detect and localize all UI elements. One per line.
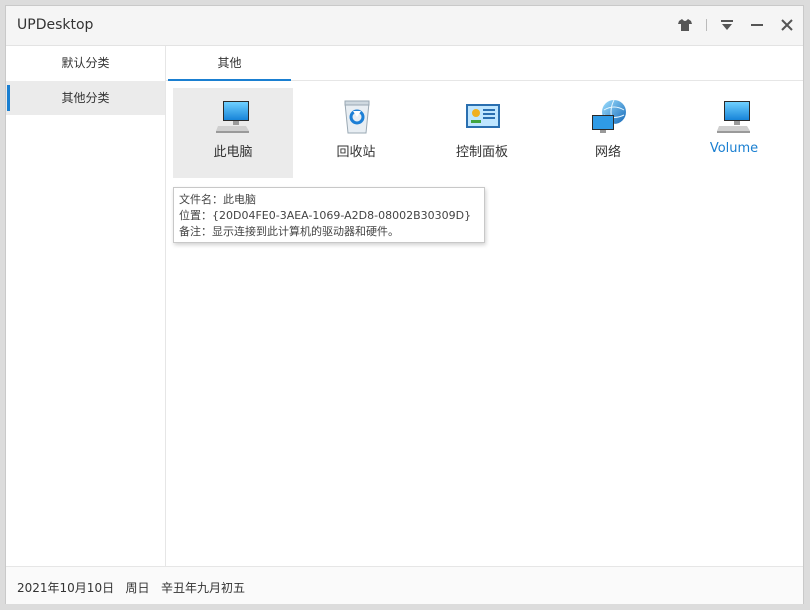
close-button[interactable] <box>776 14 798 36</box>
desktop-item-control-panel[interactable]: 控制面板 <box>422 88 542 178</box>
desktop-item-volume[interactable]: Volume <box>674 88 794 178</box>
drive-icon <box>717 101 750 133</box>
desktop-item-label: 此电脑 <box>213 145 253 160</box>
app-window: UPDesktop 默认分类 其他分类 其他 此电脑 回收站 控制面板 网络 V… <box>5 5 804 604</box>
sidebar-item-other[interactable]: 其他分类 <box>6 81 165 115</box>
minimize-button[interactable] <box>746 14 768 36</box>
minimize-icon <box>751 24 763 26</box>
date-display: 2021年10月10日 周日 辛丑年九月初五 <box>17 581 245 595</box>
desktop-item-label: Volume <box>709 141 759 156</box>
tooltip-name: 文件名：此电脑 <box>179 193 256 206</box>
icon-grid: 此电脑 回收站 控制面板 网络 Volume 文件名：此电脑 位置：{20D04… <box>166 81 803 566</box>
tab-other[interactable]: 其他 <box>168 46 291 81</box>
tooltip-location: 位置：{20D04FE0-3AEA-1069-A2D8-08002B30309D… <box>179 209 472 222</box>
status-bar: 2021年10月10日 周日 辛丑年九月初五 <box>6 566 803 604</box>
item-tooltip: 文件名：此电脑 位置：{20D04FE0-3AEA-1069-A2D8-0800… <box>173 187 485 243</box>
close-icon <box>781 19 793 31</box>
desktop-item-label: 回收站 <box>336 145 376 160</box>
skin-icon <box>678 19 692 31</box>
tooltip-note: 备注：显示连接到此计算机的驱动器和硬件。 <box>179 225 399 238</box>
skin-button[interactable] <box>674 14 696 36</box>
computer-icon <box>216 101 249 133</box>
title-bar[interactable]: UPDesktop <box>6 6 803 46</box>
tab-bar: 其他 <box>166 46 803 81</box>
desktop-item-this-pc[interactable]: 此电脑 <box>173 88 293 178</box>
desktop-item-network[interactable]: 网络 <box>548 88 668 178</box>
desktop-item-label: 网络 <box>594 145 621 160</box>
menu-icon <box>721 19 733 30</box>
desktop-item-label: 控制面板 <box>455 145 508 160</box>
sidebar-item-default[interactable]: 默认分类 <box>6 46 165 80</box>
app-title: UPDesktop <box>17 17 94 33</box>
titlebar-separator <box>706 19 707 31</box>
recycle-bin-icon <box>344 100 370 134</box>
desktop-item-recycle-bin[interactable]: 回收站 <box>296 88 416 178</box>
category-sidebar: 默认分类 其他分类 <box>6 46 166 566</box>
network-icon <box>592 99 626 133</box>
control-panel-icon <box>466 104 500 128</box>
menu-button[interactable] <box>716 14 738 36</box>
